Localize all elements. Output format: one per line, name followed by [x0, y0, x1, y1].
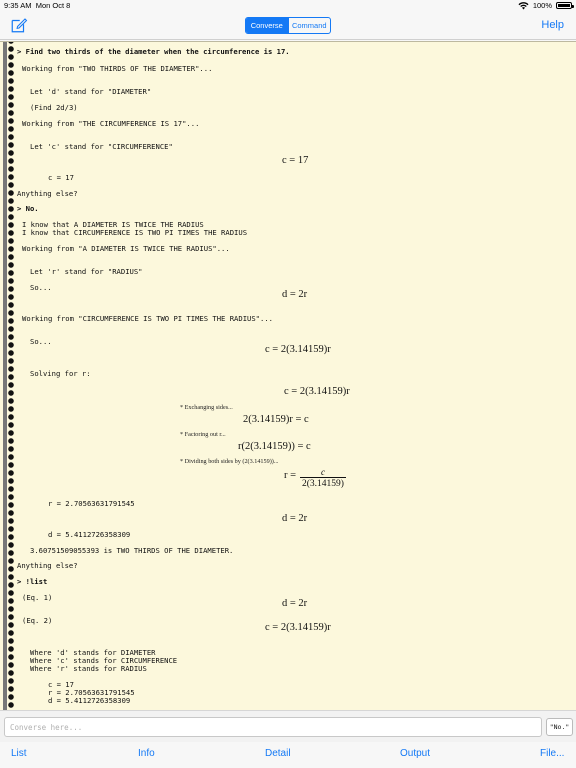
suggestion-button[interactable]: "No."	[546, 718, 573, 736]
fraction-numerator: c	[300, 467, 346, 478]
math-fraction-left: r =	[284, 470, 297, 481]
output-button[interactable]: Output	[400, 748, 430, 759]
battery-percent: 100%	[532, 1, 552, 10]
transcript-line: d = 5.4112726358309	[48, 530, 131, 539]
help-button[interactable]: Help	[541, 19, 564, 31]
transcript-line: So...	[30, 283, 52, 292]
transcript-line: d = 5.4112726358309	[48, 696, 131, 705]
transcript-line: (Eq. 1)	[22, 593, 53, 602]
transcript-line: Working from "THE CIRCUMFERENCE IS 17"..…	[22, 119, 200, 128]
segment-converse[interactable]: Converse	[246, 18, 288, 33]
transcript-line: Let 'd' stand for "DIAMETER"	[30, 87, 152, 96]
transcript-line: c = 17	[48, 173, 74, 182]
math-equation: d = 2r	[282, 513, 308, 524]
math-equation: c = 2(3.14159)r	[265, 622, 331, 633]
math-fraction: c 2(3.14159)	[300, 467, 346, 489]
transcript-line: Working from "CIRCUMFERENCE IS TWO PI TI…	[22, 314, 273, 323]
math-equation: d = 2r	[282, 289, 308, 300]
user-command-line: > Find two thirds of the diameter when t…	[17, 47, 290, 56]
transcript-line: Anything else?	[17, 561, 78, 570]
transcript-line: r = 2.70563631791545	[48, 499, 135, 508]
transcript-line: I know that CIRCUMFERENCE IS TWO PI TIME…	[22, 228, 248, 237]
navigation-bar: Converse Command Help	[0, 12, 576, 40]
converse-input[interactable]	[4, 717, 542, 737]
status-time-date: 9:35 AM Mon Oct 8	[4, 1, 71, 10]
fraction-denominator: 2(3.14159)	[302, 479, 344, 489]
list-button[interactable]: List	[11, 748, 27, 759]
file-button[interactable]: File...	[540, 748, 564, 759]
compose-icon[interactable]	[10, 16, 28, 34]
transcript-panel[interactable]: > Find two thirds of the diameter when t…	[0, 41, 576, 710]
math-equation: c = 17	[282, 155, 309, 166]
transcript-line: Solving for r:	[30, 369, 91, 378]
transcript-line: Let 'r' stand for "RADIUS"	[30, 267, 143, 276]
transcript-content: > Find two thirds of the diameter when t…	[0, 42, 576, 710]
transcript-line: Working from "A DIAMETER IS TWICE THE RA…	[22, 244, 230, 253]
transcript-line: Anything else?	[17, 189, 78, 198]
math-equation: r(2(3.14159)) = c	[238, 441, 311, 452]
math-equation: c = 2(3.14159)r	[284, 386, 350, 397]
math-equation: c = 2(3.14159)r	[265, 344, 331, 355]
info-button[interactable]: Info	[138, 748, 155, 759]
transcript-line: Working from "TWO THIRDS OF THE DIAMETER…	[22, 64, 213, 73]
transcript-line: So...	[30, 337, 52, 346]
input-bar: "No."	[0, 710, 576, 742]
mode-segmented-control: Converse Command	[245, 17, 331, 34]
math-equation: 2(3.14159)r = c	[243, 414, 309, 425]
transcript-line: 3.60751509055393 is TWO THIRDS OF THE DI…	[30, 546, 234, 555]
transcript-line: Where 'r' stands for RADIUS	[30, 664, 147, 673]
transcript-line: (Find 2d/3)	[30, 103, 78, 112]
solution-step-note: * Factoring out r...	[180, 431, 226, 438]
segment-command[interactable]: Command	[287, 18, 331, 33]
transcript-line: (Eq. 2)	[22, 616, 53, 625]
transcript-line: Let 'c' stand for "CIRCUMFERENCE"	[30, 142, 173, 151]
status-bar: 9:35 AM Mon Oct 8 100%	[0, 0, 576, 12]
solution-step-note: * Exchanging sides...	[180, 404, 233, 411]
battery-icon	[556, 2, 574, 9]
user-command-line: > No.	[17, 204, 39, 213]
bottom-toolbar: List Info Detail Output File...	[0, 742, 576, 768]
user-command-line: > !list	[17, 577, 48, 586]
solution-step-note: * Dividing both sides by (2(3.14159))...	[180, 458, 279, 465]
wifi-icon	[518, 1, 529, 10]
detail-button[interactable]: Detail	[265, 748, 291, 759]
math-equation: d = 2r	[282, 598, 308, 609]
